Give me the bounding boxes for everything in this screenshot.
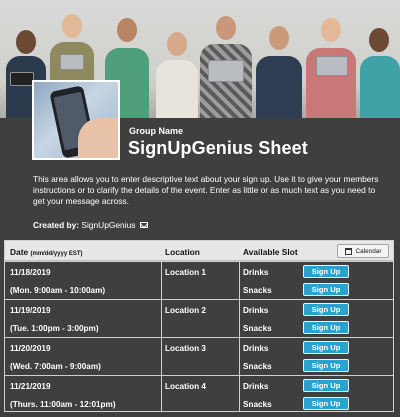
signup-button[interactable]: Sign Up — [303, 303, 349, 316]
location-column-header: Location — [165, 247, 200, 257]
table-row: 11/20/2019 (Wed. 7:00am - 9:00am) Location… — [5, 337, 393, 375]
created-by-label: Created by: — [33, 220, 80, 230]
page-title: SignUpGenius Sheet — [128, 138, 308, 158]
signup-button[interactable]: Sign Up — [303, 321, 349, 334]
banner-person — [254, 22, 304, 118]
signup-button[interactable]: Sign Up — [303, 379, 349, 392]
row-date: 11/21/2019 — [10, 382, 51, 391]
row-time: (Wed. 7:00am - 9:00am) — [10, 362, 101, 371]
date-column-header: Date (mm/dd/yyyy EST) — [10, 247, 83, 257]
calendar-button[interactable]: Calendar — [337, 244, 389, 258]
slot-name: Snacks — [243, 286, 272, 295]
slot-name: Drinks — [243, 306, 269, 315]
calendar-icon — [344, 247, 352, 255]
slot-name: Snacks — [243, 324, 272, 333]
signup-table: Date (mm/dd/yyyy EST) Location Available… — [4, 240, 394, 412]
row-location: Location 4 — [165, 382, 206, 391]
mail-icon[interactable] — [139, 222, 148, 228]
sheet-description: This area allows you to enter descriptiv… — [33, 174, 379, 206]
slot-name: Snacks — [243, 362, 272, 371]
created-by-name[interactable]: SignUpGenius — [81, 220, 135, 230]
table-header: Date (mm/dd/yyyy EST) Location Available… — [5, 241, 393, 261]
row-time: (Thurs. 11:00am - 12:01pm) — [10, 400, 116, 409]
table-row: 11/18/2019 (Mon. 9:00am - 10:00am) Locatio… — [5, 261, 393, 299]
slot-name: Drinks — [243, 344, 269, 353]
created-by: Created by: SignUpGenius — [33, 220, 148, 230]
banner-person — [198, 10, 254, 118]
signup-button[interactable]: Sign Up — [303, 397, 349, 410]
table-row: 11/21/2019 (Thurs. 11:00am - 12:01pm) Loca… — [5, 375, 393, 413]
row-location: Location 3 — [165, 344, 206, 353]
signup-button[interactable]: Sign Up — [303, 283, 349, 296]
signup-button[interactable]: Sign Up — [303, 341, 349, 354]
slot-column-header: Available Slot — [243, 247, 298, 257]
row-location: Location 1 — [165, 268, 206, 277]
banner-person — [358, 24, 400, 118]
signup-button[interactable]: Sign Up — [303, 359, 349, 372]
slot-name: Drinks — [243, 382, 269, 391]
row-date: 11/19/2019 — [10, 306, 51, 315]
row-time: (Tue. 1:00pm - 3:00pm) — [10, 324, 99, 333]
table-row: 11/19/2019 (Tue. 1:00pm - 3:00pm) Location… — [5, 299, 393, 337]
row-location: Location 2 — [165, 306, 206, 315]
slot-name: Snacks — [243, 400, 272, 409]
banner-person — [304, 12, 358, 118]
group-thumbnail-image — [32, 80, 120, 160]
row-time: (Mon. 9:00am - 10:00am) — [10, 286, 106, 295]
slot-name: Drinks — [243, 268, 269, 277]
group-name-label: Group Name — [129, 126, 184, 136]
banner-person — [154, 32, 200, 118]
signup-button[interactable]: Sign Up — [303, 265, 349, 278]
row-date: 11/20/2019 — [10, 344, 51, 353]
row-date: 11/18/2019 — [10, 268, 51, 277]
